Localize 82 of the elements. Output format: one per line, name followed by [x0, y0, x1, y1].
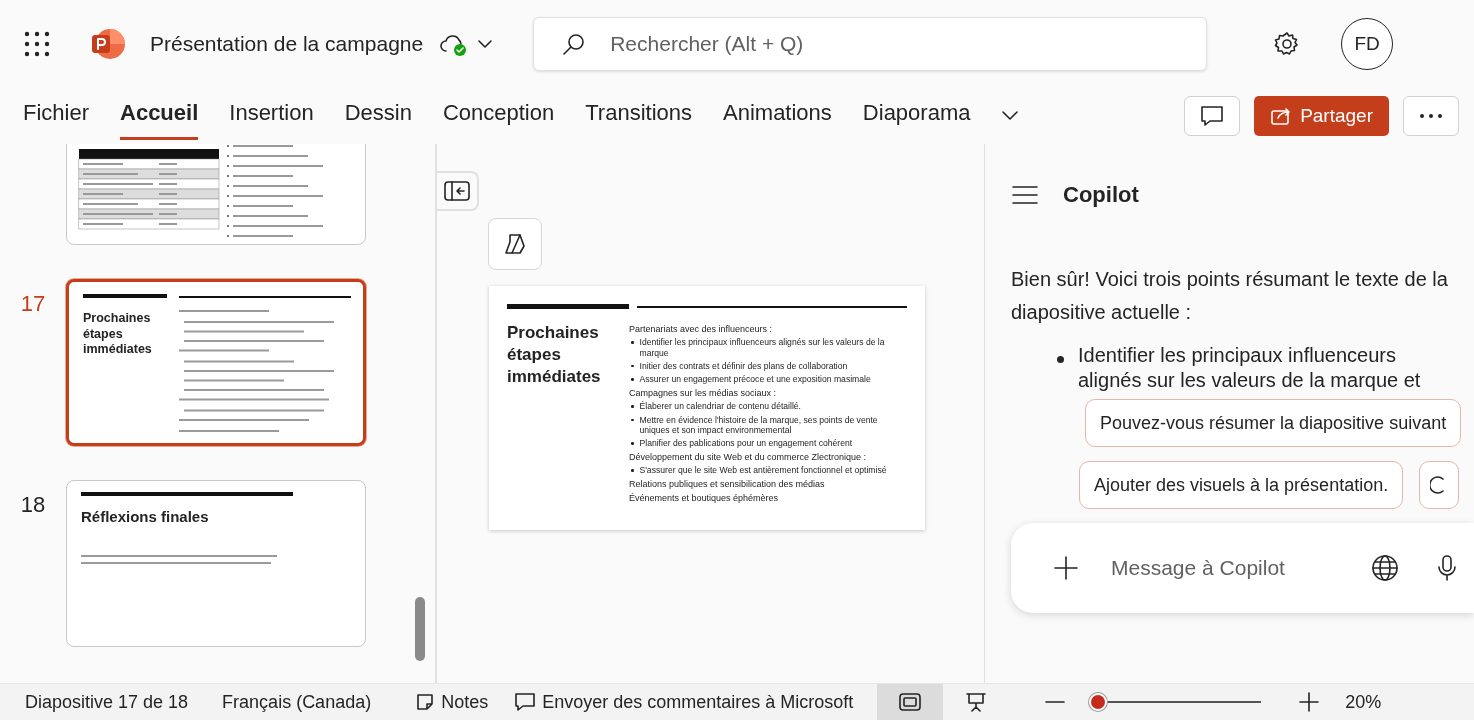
ribbon-tab[interactable]: Animations: [723, 92, 832, 140]
suggestion-chip[interactable]: Pouvez-vous résumer la diapositive suivant: [1085, 399, 1462, 447]
chevron-down-icon: [477, 39, 494, 49]
ribbon-tab[interactable]: Dessin: [344, 92, 412, 140]
slide-title: Prochaines étapes immédiates: [83, 311, 153, 358]
notes-button[interactable]: Notes: [415, 688, 489, 716]
microphone-icon: [1437, 554, 1457, 582]
bullet-icon: [1057, 356, 1064, 363]
message-text: Bien sûr! Voici trois points résumant le texte de la diapositive actuelle :: [1011, 267, 1449, 325]
search-field[interactable]: Rechercher (Alt + Q): [533, 17, 1208, 71]
slide-text: Identifier les principaux influenceurs alignés sur les valeurs de la marque: [639, 337, 886, 358]
slide-thumbnail[interactable]: Réflexions finales: [66, 480, 366, 647]
ribbon-tab[interactable]: Insertion: [229, 92, 314, 140]
slide-thumbnail[interactable]: Prochaines étapes immédiates: [66, 279, 366, 446]
slide-title: Réflexions finales: [81, 507, 210, 527]
bullet-icon: [631, 378, 634, 381]
slide-text: Élaberer un calendriar de contenu détaillé.: [639, 401, 801, 412]
presentation-logo-icon: [90, 26, 126, 62]
menu-button[interactable]: [1011, 184, 1039, 205]
slide-text: Initier des contrats et définir des plans de collaboration: [639, 360, 848, 372]
menu-icon: [1011, 184, 1039, 205]
slide-text: Campagnes sur les médias sociaux :: [629, 387, 778, 399]
slide-text: S'assurer que le site Web est antièrement fonctionnel et optimisé: [639, 465, 887, 476]
slider-thumb[interactable]: [1089, 693, 1108, 711]
share-icon: [1270, 106, 1293, 126]
slide-text: Assurer un engagement précoce et une exposition masimale: [639, 374, 871, 385]
ribbon-tab[interactable]: Accueil: [120, 92, 199, 140]
ribbon-tab[interactable]: Conception: [442, 92, 555, 140]
document-title: Présentation de la campagne: [150, 31, 424, 58]
app-launcher-button[interactable]: [24, 31, 50, 57]
collapse-pane-button[interactable]: [437, 171, 479, 211]
account-avatar[interactable]: FD: [1341, 18, 1394, 70]
ribbon-tab[interactable]: Diaporama: [862, 92, 971, 140]
copilot-button[interactable]: [488, 218, 542, 270]
add-icon: [1053, 555, 1079, 581]
slide-text: Développement du site Web et du commerce Zlectronique :: [629, 451, 867, 463]
minus-icon: [1045, 700, 1066, 704]
refresh-icon: [1430, 476, 1445, 494]
bullet-icon: [631, 442, 634, 445]
bullet-icon: [631, 405, 634, 408]
suggestion-chip[interactable]: Ajouter des visuels à la présentation.: [1079, 461, 1404, 509]
slide-text: Planifier des pablications pour un engagement cohérent: [639, 438, 853, 449]
bullet-icon: [631, 341, 634, 344]
zoom-in-button[interactable]: [1299, 692, 1320, 712]
notes-icon: [415, 692, 436, 712]
chevron-down-icon: [1001, 110, 1020, 122]
share-button[interactable]: Partager: [1254, 96, 1389, 136]
scrollbar-thumb[interactable]: [415, 597, 425, 661]
collapse-pane-icon: [444, 181, 470, 201]
zoom-out-button[interactable]: [1045, 700, 1066, 704]
slide-title: Prochaines étapes immédiates: [507, 322, 602, 389]
slide-number: 17: [20, 291, 46, 316]
slide-text: Relations publiques et sensibilication des médias: [629, 478, 826, 490]
language-button[interactable]: Français (Canada): [222, 688, 372, 716]
view-button[interactable]: [877, 684, 944, 720]
message-field[interactable]: Message à Copilot: [1011, 523, 1474, 613]
comments-button[interactable]: [1184, 96, 1241, 136]
zoom-level-text: 20%: [1345, 690, 1382, 714]
slide-number: 18: [20, 492, 46, 517]
bullet-icon: [631, 469, 634, 472]
bullet-icon: [631, 364, 634, 368]
comment-icon: [514, 692, 537, 712]
slide-text: Mettre en évidence l'histoire de la marque, ses points de vente uniques et son impact environmemental: [639, 414, 879, 436]
presenter-view-icon: [966, 692, 987, 712]
ribbon-tab[interactable]: Transitions: [585, 92, 692, 140]
feedback-button[interactable]: Envoyer des commentaires à Microsoft: [514, 688, 854, 716]
normal-view-icon: [899, 693, 922, 711]
globe-icon: [1371, 554, 1399, 582]
panel-title: Copilot: [1063, 181, 1139, 209]
comment-icon: [1199, 104, 1226, 128]
slide-text: Partenariats avec des influenceurs :: [629, 323, 774, 335]
suggestion-chip[interactable]: [1419, 461, 1460, 509]
title-dropdown-button[interactable]: [477, 39, 494, 49]
more-icon: [1418, 113, 1444, 119]
bullet-icon: [631, 418, 634, 422]
slide-position-text: Diapositive 17 de 18: [25, 690, 189, 714]
apps-grid-icon: [24, 31, 50, 57]
slide-text: Événements et boutiques éphémères: [629, 492, 780, 504]
ribbon-tab[interactable]: Fichier: [23, 92, 89, 140]
more-tabs-button[interactable]: [1001, 110, 1020, 122]
message-text: Identifier les principaux influenceurs alignés sur les valeurs de la marque et: [1078, 343, 1422, 393]
plus-icon: [1299, 692, 1320, 712]
